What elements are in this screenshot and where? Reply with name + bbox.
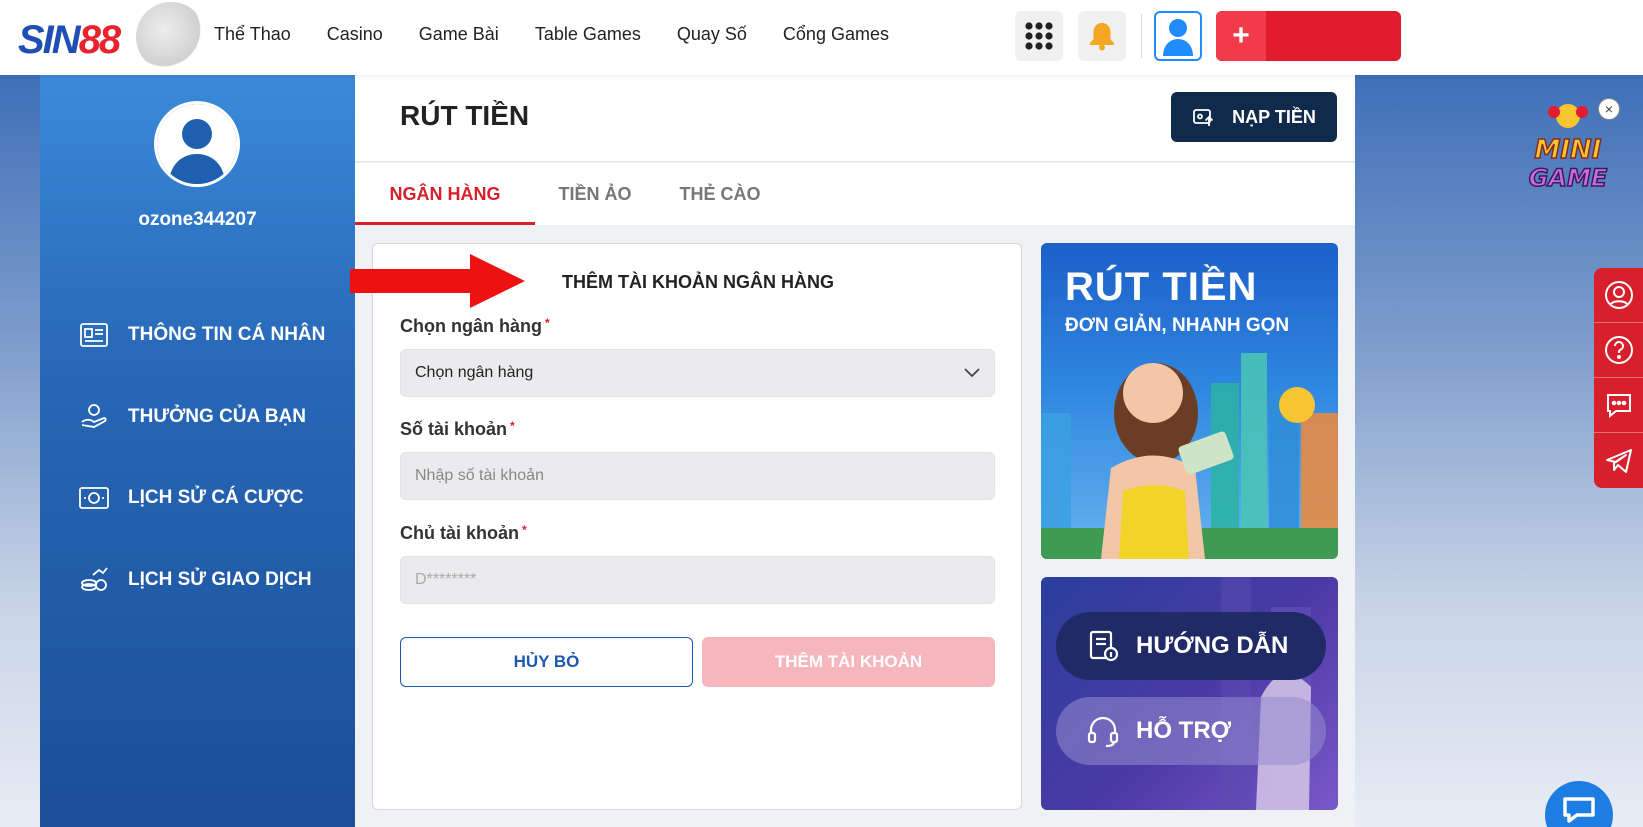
help-card: HƯỚNG DẪN HỖ TRỢ [1041, 577, 1338, 810]
main-nav: Thể Thao Casino Game Bài Table Games Qua… [214, 24, 925, 45]
header-divider [1141, 14, 1142, 58]
sidebar-item-label: THƯỞNG CỦA BẠN [128, 406, 306, 427]
bell-icon [1090, 23, 1114, 51]
site-logo[interactable]: SIN88 [18, 2, 206, 72]
header-deposit-button[interactable]: + [1216, 11, 1401, 61]
guide-button[interactable]: HƯỚNG DẪN [1056, 612, 1326, 680]
support-button[interactable]: HỖ TRỢ [1056, 697, 1326, 765]
side-tools [1594, 268, 1643, 488]
sidebar-item-rewards[interactable]: THƯỞNG CỦA BẠN [78, 397, 348, 437]
user-silhouette-icon [157, 104, 237, 184]
close-icon[interactable]: × [1598, 98, 1620, 120]
lion-emblem-icon [136, 2, 206, 72]
bank-select[interactable]: Chọn ngân hàng [400, 349, 995, 397]
chevron-down-icon [964, 368, 980, 378]
withdraw-panel: RÚT TIỀN NẠP TIỀN NGÂN HÀNG TIỀN ẢO THẺ … [355, 75, 1355, 827]
tab-ngan-hang[interactable]: NGÂN HÀNG [355, 163, 535, 225]
sidebar-item-label: LỊCH SỬ GIAO DỊCH [128, 569, 312, 590]
plus-icon: + [1216, 11, 1266, 61]
deposit-button-label: NẠP TIỀN [1232, 106, 1316, 127]
top-header: SIN88 Thể Thao Casino Game Bài Table Gam… [0, 0, 1643, 75]
book-guide-icon [1086, 629, 1120, 663]
withdraw-tabs: NGÂN HÀNG TIỀN ẢO THẺ CÀO [355, 163, 1355, 225]
headset-icon [1086, 714, 1120, 748]
mini-game-text-2: GAME [1529, 164, 1608, 192]
avatar[interactable] [154, 101, 240, 187]
add-account-button[interactable]: THÊM TÀI KHOẢN [702, 637, 995, 687]
bank-label: Chọn ngân hàng * [400, 316, 550, 336]
question-circle-icon [1604, 336, 1633, 364]
cancel-button[interactable]: HỦY BỎ [400, 637, 693, 687]
nav-quay-so[interactable]: Quay Số [677, 24, 747, 45]
nav-the-thao[interactable]: Thể Thao [214, 24, 291, 45]
side-help-button[interactable] [1594, 323, 1643, 378]
mini-game-text-1: MINI [1535, 135, 1602, 165]
user-icon [1163, 19, 1193, 56]
sidebar-item-label: LỊCH SỬ CÁ CƯỢC [128, 487, 304, 508]
nav-casino[interactable]: Casino [327, 24, 383, 45]
promo-subtitle: ĐƠN GIẢN, NHANH GỌN [1065, 315, 1290, 336]
page-title: RÚT TIỀN [400, 100, 530, 131]
side-account-button[interactable] [1594, 268, 1643, 323]
coins-chart-icon [78, 564, 110, 596]
sidebar-item-transaction-history[interactable]: LỊCH SỬ GIAO DỊCH [78, 560, 348, 600]
support-label: HỖ TRỢ [1136, 717, 1232, 744]
chat-icon [1606, 394, 1631, 419]
sidebar-item-bet-history[interactable]: LỊCH SỬ CÁ CƯỢC [78, 478, 348, 518]
withdraw-promo-banner[interactable]: RÚT TIỀN ĐƠN GIẢN, NHANH GỌN [1041, 243, 1338, 559]
account-sidebar: ozone344207 THÔNG TIN CÁ NHÂN THƯỞNG CỦA… [40, 75, 355, 827]
sidebar-item-label: THÔNG TIN CÁ NHÂN [128, 324, 326, 345]
deposit-button[interactable]: NẠP TIỀN [1171, 92, 1337, 142]
account-number-label: Số tài khoản * [400, 419, 515, 439]
nav-table-games[interactable]: Table Games [535, 24, 641, 45]
add-bank-form: THÊM TÀI KHOẢN NGÂN HÀNG Chọn ngân hàng *… [372, 243, 1022, 810]
user-circle-icon [1604, 281, 1633, 309]
promo-title: RÚT TIỀN [1065, 265, 1258, 309]
account-holder-field: D******** [400, 556, 995, 604]
tab-the-cao[interactable]: THẺ CÀO [655, 163, 785, 225]
sidebar-item-personal-info[interactable]: THÔNG TIN CÁ NHÂN [78, 315, 348, 355]
telegram-icon [1605, 448, 1632, 473]
panel-header: RÚT TIỀN NẠP TIỀN [355, 75, 1355, 162]
apps-grid-button[interactable] [1015, 11, 1063, 61]
grid-dots-icon [1025, 22, 1053, 50]
profile-card-icon [78, 319, 110, 351]
logo-text: SIN88 [18, 18, 121, 62]
account-number-input[interactable]: Nhập số tài khoản [400, 452, 995, 500]
account-holder-label: Chủ tài khoản * [400, 523, 527, 543]
nav-game-bai[interactable]: Game Bài [419, 24, 499, 45]
chat-bubble-icon [1563, 797, 1595, 823]
red-arrow-annotation [350, 254, 525, 308]
bank-select-value: Chọn ngân hàng [415, 364, 534, 381]
nav-cong-games[interactable]: Cổng Games [783, 24, 889, 45]
notification-button[interactable] [1078, 11, 1126, 61]
side-telegram-button[interactable] [1594, 433, 1643, 488]
tab-tien-ao[interactable]: TIỀN ẢO [535, 163, 655, 225]
user-account-button[interactable] [1154, 11, 1202, 61]
money-bill-icon [78, 482, 110, 514]
gift-hand-icon [78, 401, 110, 433]
username: ozone344207 [138, 209, 257, 230]
guide-label: HƯỚNG DẪN [1136, 632, 1289, 659]
wallet-arrow-icon [1192, 106, 1216, 128]
side-chat-button[interactable] [1594, 378, 1643, 433]
